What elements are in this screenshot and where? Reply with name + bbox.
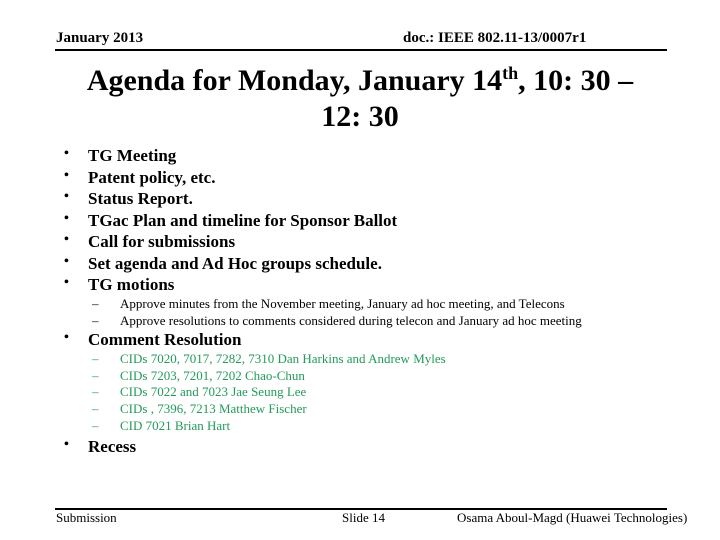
- dash-icon: –: [92, 418, 99, 433]
- bullet-icon: •: [64, 232, 69, 247]
- bullet-icon: •: [64, 168, 69, 183]
- bullet-icon: •: [64, 275, 69, 290]
- dash-icon: –: [92, 351, 99, 366]
- dash-icon: –: [92, 368, 99, 383]
- dash-icon: –: [92, 296, 99, 311]
- dash-icon: –: [92, 384, 99, 399]
- header-date: January 2013: [56, 30, 144, 46]
- title-text-cont: , 10: 30 –: [518, 64, 634, 97]
- dash-icon: –: [92, 313, 99, 328]
- slide-title: Agenda for Monday, January 14th, 10: 30 …: [60, 63, 660, 135]
- title-superscript: th: [502, 63, 519, 83]
- footer-submission: Submission: [56, 510, 117, 525]
- title-text: Agenda for Monday, January 14: [86, 64, 503, 97]
- bullet-icon: •: [64, 437, 69, 452]
- title-line2: 12: 30: [321, 100, 399, 133]
- bullet-icon: •: [64, 211, 69, 226]
- footer-author: Osama Aboul-Magd (Huawei Technologies): [457, 510, 688, 525]
- bullet-icon: •: [64, 146, 69, 161]
- header-rule: [55, 49, 667, 51]
- footer-slide-number: Slide 14: [342, 510, 385, 525]
- bullet-icon: •: [64, 254, 69, 269]
- dash-icon: –: [92, 401, 99, 416]
- bullet-icon: •: [64, 189, 69, 204]
- header-doc-id: doc.: IEEE 802.11-13/0007r1: [403, 30, 587, 46]
- bullet-icon: •: [64, 330, 69, 345]
